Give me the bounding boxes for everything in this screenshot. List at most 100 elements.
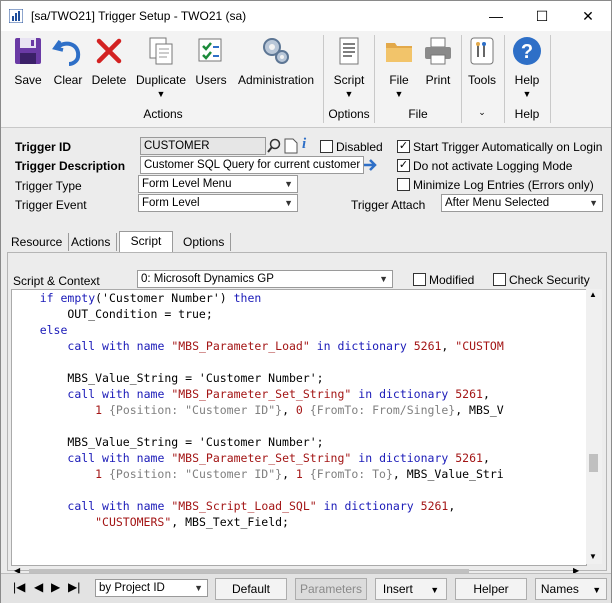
default-button[interactable]: Default — [215, 578, 287, 600]
administration-button[interactable]: Administration — [231, 31, 321, 109]
minimize-button[interactable]: — — [473, 1, 519, 31]
script-context-value: 0: Microsoft Dynamics GP — [141, 273, 274, 285]
chevron-down-icon: ▼ — [589, 198, 598, 208]
users-label: Users — [195, 73, 227, 87]
ribbon-toolbar: Save Clear Delete Duplicate ▼ Users Admi… — [1, 31, 611, 128]
help-group-label: Help — [514, 107, 540, 121]
scroll-down-icon[interactable]: ▼ — [589, 552, 597, 561]
tab-options[interactable]: Options — [177, 233, 232, 251]
trigger-type-select[interactable]: Form Level Menu ▼ — [138, 175, 298, 193]
script-context-select[interactable]: 0: Microsoft Dynamics GP ▼ — [137, 270, 393, 288]
code-content: if empty('Customer Number') then OUT_Con… — [12, 290, 504, 530]
duplicate-label: Duplicate — [135, 73, 187, 87]
info-icon[interactable]: i — [302, 136, 306, 153]
tab-script[interactable]: Script — [119, 231, 173, 253]
note-icon[interactable] — [284, 138, 298, 154]
duplicate-button[interactable]: Duplicate ▼ — [134, 31, 188, 109]
chevron-down-icon: ▼ — [284, 198, 293, 208]
sort-value: by Project ID — [99, 582, 165, 594]
script-icon — [339, 37, 359, 65]
trigger-attach-value: After Menu Selected — [445, 197, 550, 209]
names-dropdown-icon: ▼ — [592, 585, 602, 595]
names-label: Names — [540, 582, 579, 596]
trigger-attach-label: Trigger Attach — [351, 198, 426, 212]
parameters-button[interactable]: Parameters — [295, 578, 367, 600]
users-button[interactable]: Users — [193, 31, 229, 109]
bottom-toolbar: |◀ ◀ ▶ ▶| by Project ID ▼ Default Parame… — [1, 573, 611, 603]
arrow-right-icon[interactable] — [363, 158, 377, 172]
scroll-up-icon[interactable]: ▲ — [589, 290, 597, 299]
tools-button[interactable]: Tools ⌄ — [464, 31, 500, 117]
users-icon — [198, 38, 222, 62]
next-record-icon[interactable]: ▶ — [51, 580, 60, 594]
disabled-label: Disabled — [336, 140, 383, 154]
help-label: Help — [514, 73, 540, 87]
minimize-log-checkbox[interactable] — [397, 178, 410, 191]
help-button[interactable]: ? Help ▼ — [507, 31, 547, 109]
helper-button[interactable]: Helper — [455, 578, 527, 600]
trigger-type-value: Form Level Menu — [142, 178, 232, 190]
code-line: call with name "MBS_Parameter_Set_String… — [67, 451, 490, 465]
trigger-id-field[interactable]: CUSTOMER — [140, 137, 266, 155]
script-editor[interactable]: if empty('Customer Number') then OUT_Con… — [11, 289, 587, 566]
tab-actions[interactable]: Actions — [65, 233, 118, 251]
check-security-label: Check Security — [509, 273, 590, 287]
duplicate-dropdown-icon[interactable]: ▼ — [134, 89, 188, 99]
save-button[interactable]: Save — [5, 31, 51, 109]
vertical-scroll-thumb[interactable] — [589, 454, 598, 472]
first-record-icon[interactable]: |◀ — [13, 580, 25, 594]
chevron-down-icon: ▼ — [194, 583, 203, 593]
lookup-icon[interactable] — [266, 138, 282, 154]
save-label: Save — [14, 73, 42, 87]
vertical-scrollbar[interactable]: ▲ ▼ — [586, 289, 602, 564]
delete-button[interactable]: Delete — [89, 31, 129, 109]
modified-checkbox[interactable] — [413, 273, 426, 286]
names-button[interactable]: Names ▼ — [535, 578, 607, 600]
clear-button[interactable]: Clear — [49, 31, 87, 109]
trigger-description-field[interactable]: Customer SQL Query for current customer — [140, 156, 364, 174]
close-button[interactable]: ✕ — [565, 1, 611, 31]
script-button[interactable]: Script ▼ — [327, 31, 371, 109]
no-logging-checkbox[interactable]: ✓ — [397, 159, 410, 172]
trigger-attach-select[interactable]: After Menu Selected ▼ — [441, 194, 603, 212]
code-line: call with name "MBS_Parameter_Load" in d… — [67, 339, 504, 353]
last-record-icon[interactable]: ▶| — [68, 580, 80, 594]
disabled-checkbox[interactable] — [320, 140, 333, 153]
trigger-id-label: Trigger ID — [15, 140, 72, 154]
script-dropdown-icon[interactable]: ▼ — [327, 89, 371, 99]
trigger-event-select[interactable]: Form Level ▼ — [138, 194, 298, 212]
trigger-event-label: Trigger Event — [15, 198, 87, 212]
printer-icon — [425, 37, 451, 65]
check-security-checkbox[interactable] — [493, 273, 506, 286]
previous-record-icon[interactable]: ◀ — [34, 580, 43, 594]
code-line: "CUSTOMERS", MBS_Text_Field; — [95, 515, 289, 529]
file-button[interactable]: File ▼ — [379, 31, 419, 109]
ribbon-separator — [461, 35, 462, 123]
ribbon-separator — [550, 35, 551, 123]
code-line: MBS_Value_String = 'Customer Number'; — [12, 371, 324, 385]
sort-select[interactable]: by Project ID ▼ — [95, 579, 208, 597]
tools-expand-icon[interactable]: ⌄ — [464, 107, 500, 118]
maximize-button[interactable]: ☐ — [519, 1, 565, 31]
actions-group-label: Actions — [143, 107, 183, 121]
code-line: 1 {Position: "Customer ID"}, 0 {FromTo: … — [95, 403, 504, 417]
file-dropdown-icon[interactable]: ▼ — [379, 89, 419, 99]
no-logging-label: Do not activate Logging Mode — [413, 159, 573, 173]
code-line: else — [39, 323, 68, 337]
tab-resource[interactable]: Resource — [5, 233, 70, 251]
trigger-type-label: Trigger Type — [15, 179, 82, 193]
duplicate-icon — [149, 37, 173, 65]
code-line: call with name "MBS_Parameter_Set_String… — [67, 387, 490, 401]
print-button[interactable]: Print — [419, 31, 457, 109]
chevron-down-icon: ▼ — [284, 179, 293, 189]
help-dropdown-icon[interactable]: ▼ — [507, 89, 547, 99]
trigger-description-label: Trigger Description — [15, 159, 126, 173]
title-bar: [sa/TWO21] Trigger Setup - TWO21 (sa) — … — [1, 1, 611, 31]
insert-button[interactable]: Insert ▼ — [375, 578, 447, 600]
folder-icon — [386, 43, 412, 62]
code-line: if empty('Customer Number') then — [39, 291, 262, 305]
save-icon — [15, 38, 41, 64]
start-trigger-checkbox[interactable]: ✓ — [397, 140, 410, 153]
